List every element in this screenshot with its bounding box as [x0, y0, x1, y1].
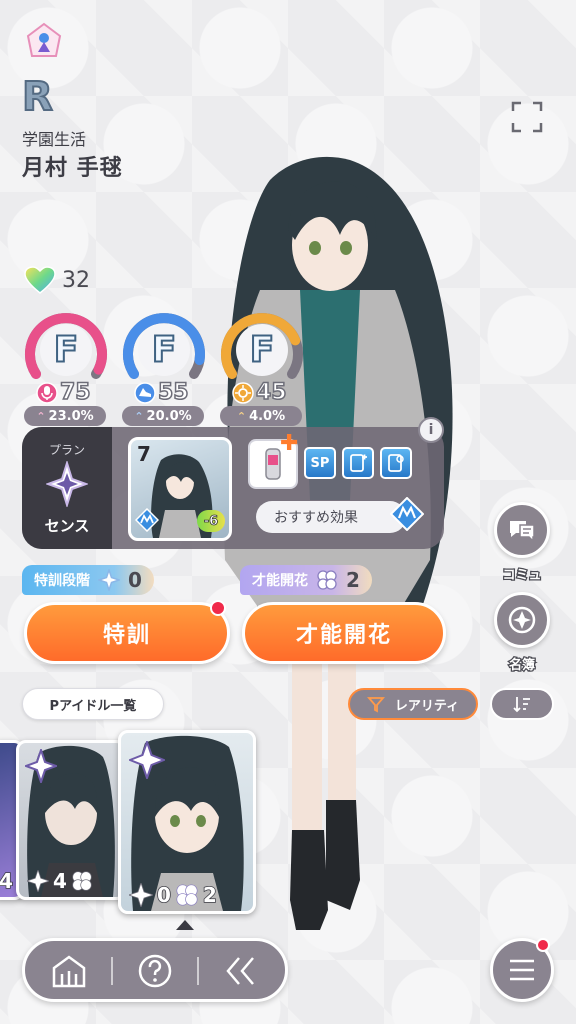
- rarity-label: R: [21, 73, 54, 121]
- card-training-count: 4: [52, 868, 67, 894]
- vocal-value: 75: [59, 379, 91, 406]
- notification-dot: [210, 600, 226, 616]
- card-foot: 4: [0, 868, 14, 894]
- training-stage-label: 特訓段階: [34, 573, 90, 589]
- dance-gauge[interactable]: F 55 ⌃ 20.0%: [120, 308, 208, 426]
- card-bloom-count: 2: [202, 882, 217, 908]
- roster-label: 名簿: [508, 657, 537, 675]
- hamburger-menu-icon: [510, 959, 534, 981]
- card-foot: 0 2: [129, 882, 218, 908]
- commu-button[interactable]: [494, 502, 550, 558]
- fullscreen-icon[interactable]: [510, 100, 544, 134]
- card-search-icon: [388, 454, 404, 472]
- nav-separator: [197, 957, 199, 985]
- vocal-grade: F: [53, 329, 80, 372]
- idol-card[interactable]: 4: [16, 740, 126, 900]
- card-title: 学園生活: [22, 130, 87, 149]
- help-button[interactable]: [135, 951, 175, 991]
- roster-badge-icon: [508, 606, 536, 634]
- commu-label: コミュ: [501, 567, 543, 585]
- info-icon[interactable]: i: [418, 417, 444, 443]
- clover-icon: [317, 570, 337, 590]
- plan-label: プラン: [48, 443, 85, 457]
- sort-order-icon: [513, 697, 530, 713]
- training-stage-count: 0: [128, 568, 142, 592]
- affinity-value: 32: [62, 267, 90, 293]
- bonus-arrow-icon: ⌃: [36, 409, 46, 423]
- talent-bloom-button[interactable]: 才能開花: [242, 602, 446, 664]
- double-chevron-left-icon: [226, 957, 254, 985]
- sort-button[interactable]: [490, 688, 554, 720]
- dance-bonus: ⌃ 20.0%: [122, 406, 204, 426]
- plan-section[interactable]: プラン センス: [22, 427, 112, 549]
- training-button[interactable]: 特訓: [24, 602, 230, 664]
- card-training-count: 0: [156, 882, 171, 908]
- idol-card-selected[interactable]: 0 2: [118, 730, 256, 914]
- dance-value: 55: [157, 379, 189, 406]
- visual-gauge[interactable]: F 45 ⌃ 4.0%: [218, 308, 306, 426]
- card-plus-icon: [350, 454, 367, 472]
- sense-plan-icon: [25, 749, 57, 783]
- heart-icon: [24, 266, 56, 294]
- sparkle-star-icon: [98, 569, 120, 591]
- sparkle-star-icon: [129, 883, 153, 907]
- talent-bloom-tag: 才能開花 2: [240, 565, 372, 595]
- home-icon: [52, 955, 86, 988]
- chat-bubble-icon: [510, 521, 535, 543]
- dance-grade: F: [151, 329, 178, 372]
- sense-plan-icon: [46, 461, 88, 507]
- card-foot: 4: [27, 868, 93, 894]
- support-level: 7: [137, 442, 151, 466]
- visual-grade: F: [249, 329, 276, 372]
- clover-icon: [72, 871, 92, 891]
- add-item-icon[interactable]: ✚: [280, 431, 298, 456]
- card-training-count: 4: [0, 868, 14, 894]
- affinity-display: 32: [24, 266, 90, 294]
- sp-chip[interactable]: SP: [304, 447, 336, 479]
- support-badge: -6: [197, 510, 225, 532]
- visual-sparkle-icon: [232, 381, 254, 404]
- clover-icon: [176, 884, 198, 906]
- visual-value: 45: [255, 379, 287, 406]
- card-chip[interactable]: [342, 447, 374, 479]
- rarity-filter-button[interactable]: レアリティ: [348, 688, 478, 720]
- sparkle-star-icon: [27, 870, 49, 892]
- dance-shoe-icon: [134, 381, 156, 404]
- bonus-arrow-icon: ⌃: [134, 409, 144, 423]
- support-card[interactable]: 7 -6: [128, 437, 232, 541]
- training-stage-tag: 特訓段階 0: [22, 565, 154, 595]
- idol-name: 月村 手毬: [22, 156, 123, 181]
- talent-bloom-count: 2: [346, 568, 360, 592]
- help-icon: [138, 954, 172, 988]
- support-type-icon: [135, 508, 159, 532]
- filter-icon: [366, 697, 385, 713]
- notification-dot: [536, 938, 550, 952]
- vocal-gauge[interactable]: F 75 ⌃ 23.0%: [22, 308, 110, 426]
- bonus-arrow-icon: ⌃: [236, 409, 247, 423]
- plan-panel: プラン センス 7 -6 ✚ SP おすすめ効果 i: [22, 417, 444, 549]
- talent-bloom-label: 才能開花: [252, 573, 308, 589]
- visual-bonus: ⌃ 4.0%: [220, 406, 302, 426]
- microphone-icon: [36, 381, 58, 404]
- vocal-bonus: ⌃ 23.0%: [24, 406, 106, 426]
- home-button[interactable]: [49, 951, 89, 991]
- effect-gem-icon: [390, 497, 424, 531]
- rarity-filter-label: レアリティ: [394, 698, 460, 714]
- idol-list-button[interactable]: Pアイドル一覧: [22, 688, 164, 720]
- recommended-effect-button[interactable]: おすすめ効果: [256, 501, 406, 533]
- caret-up-icon: [176, 920, 194, 930]
- card-search-chip[interactable]: [380, 447, 412, 479]
- idol-emblem-icon: [26, 22, 62, 57]
- bottom-nav: [22, 938, 288, 1002]
- sense-plan-icon: [129, 741, 165, 779]
- roster-button[interactable]: [494, 592, 550, 648]
- plan-name: センス: [44, 517, 90, 535]
- back-button[interactable]: [221, 951, 261, 991]
- nav-separator: [111, 957, 113, 985]
